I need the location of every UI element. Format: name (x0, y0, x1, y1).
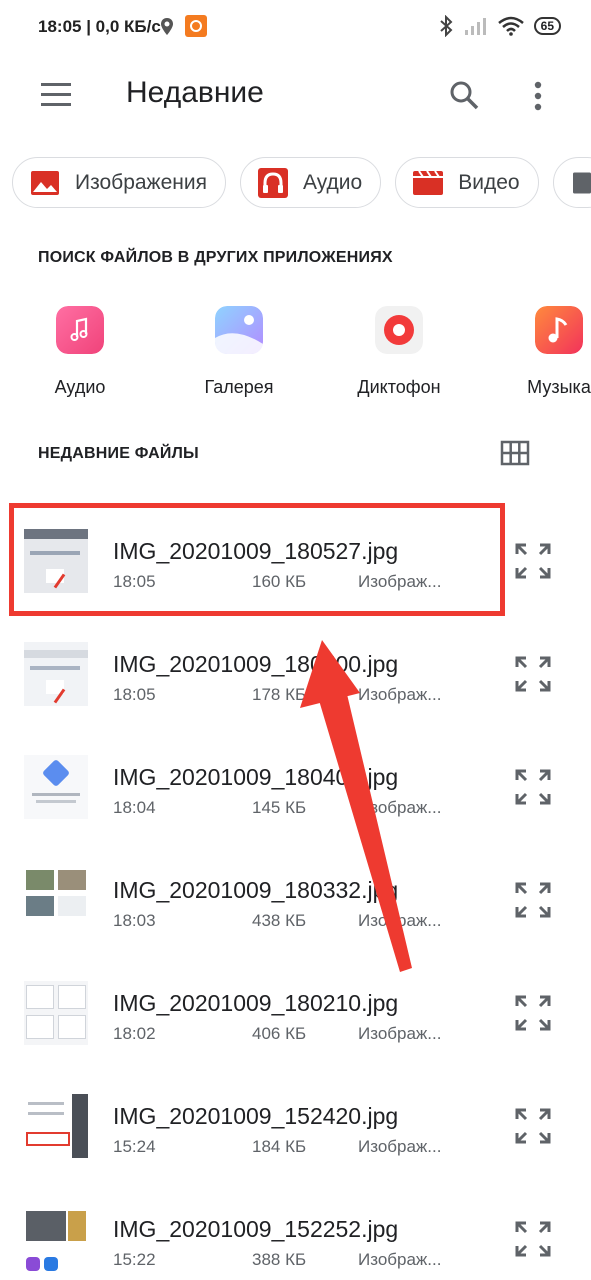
file-type: Изображ... (358, 685, 442, 704)
expand-icon[interactable] (514, 881, 552, 919)
file-type: Изображ... (358, 798, 442, 817)
file-size: 406 КБ (252, 1024, 307, 1043)
file-time: 18:05 (113, 685, 156, 704)
chip-label: Изображения (75, 170, 207, 194)
file-row[interactable]: IMG_20201009_180210.jpg 18:02 406 КБ Изо… (0, 956, 591, 1069)
app-label: Галерея (204, 377, 274, 397)
chip-label: Видео (458, 170, 520, 194)
file-thumbnail (24, 981, 88, 1045)
file-type: Изображ... (358, 572, 442, 591)
battery-level: 65 (533, 17, 561, 35)
file-type: Изображ... (358, 1137, 442, 1156)
file-name: IMG_20201009_180405.jpg (113, 764, 399, 790)
bluetooth-icon (439, 15, 453, 37)
file-row[interactable]: IMG_20201009_180500.jpg 18:05 178 КБ Изо… (0, 617, 591, 730)
expand-icon[interactable] (514, 768, 552, 806)
grid-view-icon[interactable] (500, 440, 530, 466)
music-app-icon (535, 306, 583, 354)
app-recorder[interactable]: Диктофон (339, 300, 459, 398)
chip-more[interactable] (552, 157, 591, 208)
file-name: IMG_20201009_180210.jpg (113, 990, 399, 1016)
app-bar: Недавние (0, 60, 591, 132)
image-icon (31, 170, 59, 195)
recorder-icon (375, 306, 423, 354)
file-type: Изображ... (358, 911, 442, 930)
file-row[interactable]: IMG_20201009_180527.jpg 18:05 160 КБ Изо… (0, 504, 591, 617)
gallery-icon (215, 306, 263, 354)
file-name: IMG_20201009_180527.jpg (113, 538, 399, 564)
recent-files-title: НЕДАВНИЕ ФАЙЛЫ (38, 445, 199, 462)
file-size: 388 КБ (252, 1250, 307, 1269)
music-note-icon (56, 306, 104, 354)
document-icon (572, 172, 591, 193)
file-time: 15:22 (113, 1250, 156, 1269)
file-thumbnail (24, 642, 88, 706)
app-label: Аудио (54, 377, 106, 397)
file-size: 178 КБ (252, 685, 307, 704)
expand-icon[interactable] (514, 1107, 552, 1145)
status-bar: 18:05 | 0,0 КБ/с 65 (0, 0, 591, 56)
file-time: 18:04 (113, 798, 156, 817)
status-time-speed: 18:05 | 0,0 КБ/с (38, 17, 161, 36)
file-name: IMG_20201009_152420.jpg (113, 1103, 399, 1129)
chip-label: Аудио (302, 170, 363, 194)
app-notification-icon (185, 15, 207, 37)
search-icon[interactable] (444, 76, 484, 116)
more-vertical-icon[interactable] (520, 76, 556, 116)
app-gallery[interactable]: Галерея (179, 300, 299, 398)
file-name: IMG_20201009_180332.jpg (113, 877, 399, 903)
file-name: IMG_20201009_180500.jpg (113, 651, 399, 677)
expand-icon[interactable] (514, 994, 552, 1032)
file-time: 18:02 (113, 1024, 156, 1043)
status-icons: 65 (438, 15, 561, 37)
signal-icon (464, 18, 486, 35)
wifi-icon (497, 16, 524, 36)
expand-icon[interactable] (514, 1220, 552, 1258)
file-size: 145 КБ (252, 798, 307, 817)
file-size: 184 КБ (252, 1137, 307, 1156)
headphones-icon (257, 167, 288, 198)
app-label: Диктофон (357, 377, 441, 397)
file-name: IMG_20201009_152252.jpg (113, 1216, 399, 1242)
expand-icon[interactable] (514, 542, 552, 580)
file-type: Изображ... (358, 1024, 442, 1043)
file-type: Изображ... (358, 1250, 442, 1269)
chip-audio[interactable]: Аудио (239, 157, 382, 208)
app-label: Музыка (527, 377, 591, 397)
file-size: 160 КБ (252, 572, 307, 591)
file-thumbnail (24, 529, 88, 593)
hamburger-menu-icon[interactable] (36, 80, 76, 110)
file-thumbnail (24, 755, 88, 819)
app-music[interactable]: Музыка (499, 300, 591, 398)
page-title: Недавние (126, 76, 264, 109)
file-row[interactable]: IMG_20201009_152420.jpg 15:24 184 КБ Изо… (0, 1069, 591, 1182)
other-apps-row: Аудио Галерея Диктофон Музыка (0, 300, 591, 400)
file-thumbnail (24, 1094, 88, 1158)
other-apps-title: ПОИСК ФАЙЛОВ В ДРУГИХ ПРИЛОЖЕНИЯХ (38, 249, 393, 266)
file-size: 438 КБ (252, 911, 307, 930)
category-chips: Изображения Аудио Видео (12, 157, 591, 209)
expand-icon[interactable] (514, 655, 552, 693)
app-audio[interactable]: Аудио (20, 300, 140, 398)
file-time: 18:05 (113, 572, 156, 591)
file-time: 15:24 (113, 1137, 156, 1156)
file-time: 18:03 (113, 911, 156, 930)
file-thumbnail (24, 1207, 88, 1271)
file-thumbnail (24, 868, 88, 932)
file-row[interactable]: IMG_20201009_152252.jpg 15:22 388 КБ Изо… (0, 1182, 591, 1280)
chip-images[interactable]: Изображения (12, 157, 226, 208)
location-icon (161, 18, 173, 35)
video-icon (413, 169, 444, 195)
file-row[interactable]: IMG_20201009_180405.jpg 18:04 145 КБ Изо… (0, 730, 591, 843)
chip-video[interactable]: Видео (395, 157, 539, 208)
file-row[interactable]: IMG_20201009_180332.jpg 18:03 438 КБ Изо… (0, 843, 591, 956)
